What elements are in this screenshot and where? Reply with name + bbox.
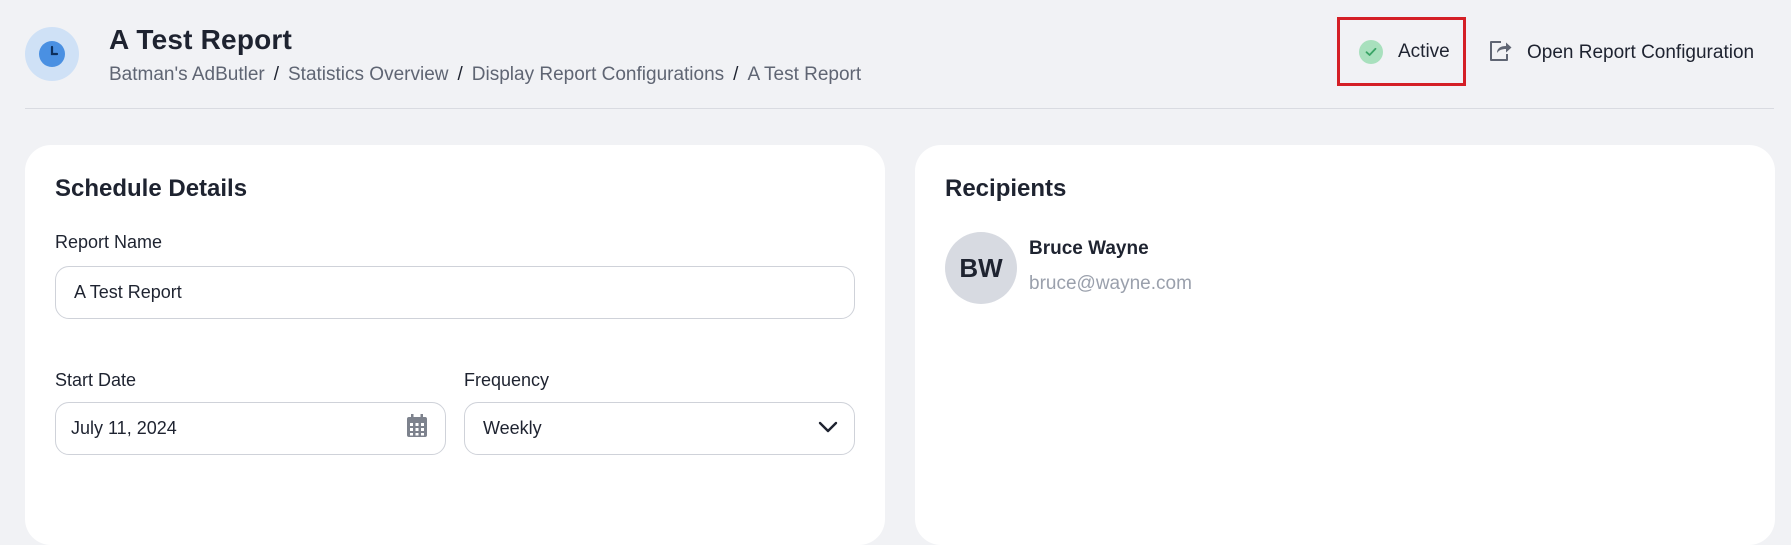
breadcrumb-item-statistics[interactable]: Statistics Overview [288, 64, 448, 85]
status-toggle[interactable]: Active [1337, 17, 1466, 86]
start-date-label: Start Date [55, 370, 137, 390]
schedule-details-title: Schedule Details [55, 175, 248, 202]
breadcrumb-item-current: A Test Report [747, 64, 862, 85]
start-date-value: July 11, 2024 [71, 418, 177, 438]
frequency-select[interactable]: Weekly [464, 402, 855, 455]
frequency-value: Weekly [483, 418, 542, 438]
status-label: Active [1398, 40, 1450, 62]
open-config-label: Open Report Configuration [1527, 42, 1755, 63]
calendar-icon[interactable] [405, 413, 429, 444]
breadcrumb-separator: / [457, 64, 463, 85]
chevron-down-icon [818, 420, 838, 438]
report-name-input[interactable] [55, 266, 855, 319]
share-arrow-icon [1487, 38, 1513, 69]
schedule-details-card: Schedule Details Report Name Start Date … [25, 145, 885, 545]
start-date-picker[interactable]: July 11, 2024 [55, 402, 446, 455]
frequency-label: Frequency [464, 370, 550, 390]
recipient-email: bruce@wayne.com [1029, 273, 1192, 294]
recipient-name: Bruce Wayne [1029, 238, 1149, 259]
recipients-title: Recipients [945, 175, 1067, 202]
breadcrumb-item-configurations[interactable]: Display Report Configurations [472, 64, 724, 85]
recipients-card: Recipients BW Bruce Wayne bruce@wayne.co… [915, 145, 1775, 545]
avatar: BW [945, 232, 1017, 304]
clock-icon [25, 27, 79, 81]
page-title: A Test Report [109, 24, 293, 55]
open-report-configuration-button[interactable]: Open Report Configuration [1487, 38, 1754, 68]
report-name-label: Report Name [55, 232, 163, 252]
check-circle-icon [1359, 39, 1383, 64]
breadcrumb-separator: / [273, 64, 279, 85]
page-header: A Test Report Batman's AdButler / Statisti… [25, 0, 1774, 109]
breadcrumb-separator: / [733, 64, 739, 85]
breadcrumb: Batman's AdButler / Statistics Overview / Di… [109, 64, 861, 86]
breadcrumb-item-account[interactable]: Batman's AdButler [109, 64, 265, 85]
